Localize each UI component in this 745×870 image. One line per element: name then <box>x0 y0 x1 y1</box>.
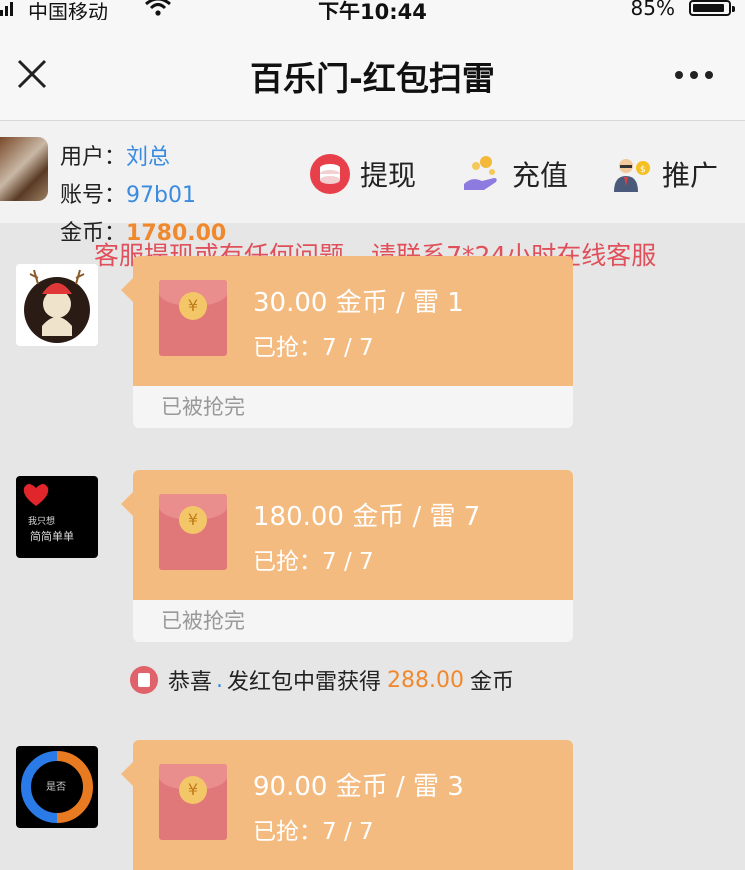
nav-bar: 百乐门-红包扫雷 <box>0 20 745 121</box>
avatar[interactable] <box>0 137 48 201</box>
svg-text:我只想: 我只想 <box>28 515 55 527</box>
red-envelope-icon: ¥ <box>159 764 227 840</box>
packet-grabbed: 已抢：7 / 7 <box>253 549 374 575</box>
svg-text:简简单单: 简简单单 <box>30 529 74 543</box>
user-header: 用户：刘总 账号：97b01 金币：1780.00 提现 充值 $ 推广 <box>0 121 745 246</box>
status-bar: 中国移动 下午10:44 85% <box>0 0 745 24</box>
red-packet-message[interactable]: ¥ 30.00 金币 / 雷 1 已抢：7 / 7 已被抢完 <box>121 256 573 428</box>
withdraw-label: 提现 <box>360 159 417 192</box>
packet-amount: 180.00 金币 / 雷 7 <box>253 502 481 532</box>
recharge-hand-icon <box>462 154 502 194</box>
account-id: 97b01 <box>126 183 196 208</box>
more-icon[interactable] <box>671 60 717 90</box>
sender-avatar[interactable]: 是否 <box>16 746 98 828</box>
user-label: 用户： <box>60 145 127 170</box>
red-packet-message[interactable]: ¥ 90.00 金币 / 雷 3 已抢：7 / 7 <box>121 740 573 870</box>
system-message: 恭喜 . 发红包中雷获得 288.00 金币 <box>130 664 514 696</box>
page-title: 百乐门-红包扫雷 <box>250 59 495 98</box>
user-name: 刘总 <box>126 145 171 170</box>
red-envelope-icon: ¥ <box>159 280 227 356</box>
svg-text:是否: 是否 <box>46 781 66 793</box>
red-packet-message[interactable]: ¥ 180.00 金币 / 雷 7 已抢：7 / 7 已被抢完 <box>121 470 573 642</box>
svg-text:$: $ <box>640 165 646 175</box>
sender-avatar[interactable] <box>16 264 98 346</box>
packet-grabbed: 已抢：7 / 7 <box>253 819 374 845</box>
won-amount: 288.00 <box>387 667 465 693</box>
red-packet-icon <box>130 666 158 694</box>
battery-percent: 85% <box>630 0 675 20</box>
packet-amount: 30.00 金币 / 雷 1 <box>253 288 464 318</box>
account-label: 账号： <box>60 183 127 208</box>
withdraw-button[interactable]: 提现 <box>310 151 416 197</box>
battery-icon <box>689 0 735 16</box>
withdraw-coins-icon <box>310 154 350 194</box>
packet-amount: 90.00 金币 / 雷 3 <box>253 772 464 802</box>
packet-grabbed: 已抢：7 / 7 <box>253 335 374 361</box>
packet-status: 已被抢完 <box>133 386 573 428</box>
sender-avatar[interactable]: 我只想 简简单单 <box>16 476 98 558</box>
promote-button[interactable]: $ 推广 <box>612 151 718 197</box>
packet-status: 已被抢完 <box>133 600 573 642</box>
red-envelope-icon: ¥ <box>159 494 227 570</box>
recharge-label: 充值 <box>512 159 569 192</box>
promoter-icon: $ <box>612 154 652 194</box>
promote-label: 推广 <box>662 159 719 192</box>
recharge-button[interactable]: 充值 <box>462 151 568 197</box>
